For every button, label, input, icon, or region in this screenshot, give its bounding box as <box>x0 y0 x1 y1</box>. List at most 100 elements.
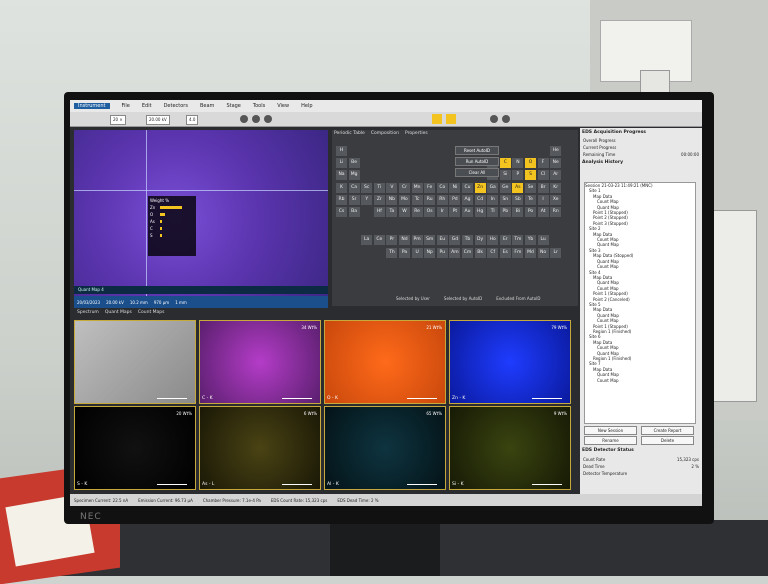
element-ru[interactable]: Ru <box>424 194 436 205</box>
element-tl[interactable]: Tl <box>487 207 499 217</box>
element-h[interactable]: H <box>336 146 347 156</box>
element-cf[interactable]: Cf <box>487 247 499 258</box>
element-ho[interactable]: Ho <box>487 235 499 246</box>
element-pm[interactable]: Pm <box>411 235 423 246</box>
element-ce[interactable]: Ce <box>373 235 385 246</box>
element-am[interactable]: Am <box>449 247 461 258</box>
tab-count-maps[interactable]: Count Maps <box>138 310 165 318</box>
reset-autoid-button[interactable]: Reset AutoID <box>455 146 499 155</box>
sem-image[interactable] <box>74 130 328 306</box>
delete-button[interactable]: Delete <box>641 436 694 445</box>
element-os[interactable]: Os <box>424 207 436 217</box>
element-hg[interactable]: Hg <box>474 207 486 217</box>
element-n[interactable]: N <box>512 158 524 169</box>
spot-select[interactable]: 4.0 <box>186 115 199 125</box>
element-pb[interactable]: Pb <box>499 207 511 217</box>
contrast-icon[interactable] <box>240 115 248 123</box>
element-cm[interactable]: Cm <box>462 247 473 258</box>
element-y[interactable]: Y <box>361 194 373 205</box>
element-lr[interactable]: Lr <box>550 247 562 258</box>
element-at[interactable]: At <box>537 207 549 217</box>
element-tc[interactable]: Tc <box>411 194 423 205</box>
element-rh[interactable]: Rh <box>436 194 448 205</box>
element-k[interactable]: K <box>336 182 347 193</box>
element-f[interactable]: F <box>537 158 549 169</box>
element-pt[interactable]: Pt <box>449 207 461 217</box>
element-yb[interactable]: Yb <box>525 235 536 246</box>
menu-beam[interactable]: Beam <box>200 103 214 109</box>
element-te[interactable]: Te <box>525 194 536 205</box>
element-cs[interactable]: Cs <box>336 207 347 217</box>
element-br[interactable]: Br <box>537 182 549 193</box>
tree-item[interactable]: Count Map <box>585 378 695 383</box>
element-pu[interactable]: Pu <box>436 247 448 258</box>
element-rn[interactable]: Rn <box>550 207 562 217</box>
element-map[interactable]: Si - K 9 Wt% <box>449 406 571 490</box>
element-he[interactable]: He <box>550 146 562 156</box>
element-po[interactable]: Po <box>525 207 536 217</box>
element-la[interactable]: La <box>361 235 373 246</box>
element-eu[interactable]: Eu <box>436 235 448 246</box>
new-session-button[interactable]: New Session <box>584 426 637 435</box>
element-s[interactable]: S <box>525 170 536 181</box>
element-map[interactable] <box>74 320 196 404</box>
element-np[interactable]: Np <box>424 247 436 258</box>
element-ba[interactable]: Ba <box>348 207 360 217</box>
element-o[interactable]: O <box>525 158 536 169</box>
element-ne[interactable]: Ne <box>550 158 562 169</box>
element-md[interactable]: Md <box>525 247 536 258</box>
element-cl[interactable]: Cl <box>537 170 549 181</box>
element-bi[interactable]: Bi <box>512 207 524 217</box>
brightness-icon[interactable] <box>252 115 260 123</box>
element-re[interactable]: Re <box>411 207 423 217</box>
element-mn[interactable]: Mn <box>411 182 423 193</box>
element-rb[interactable]: Rb <box>336 194 347 205</box>
camera-icon[interactable] <box>490 115 498 123</box>
element-er[interactable]: Er <box>499 235 511 246</box>
element-na[interactable]: Na <box>336 170 347 181</box>
element-ar[interactable]: Ar <box>550 170 562 181</box>
element-sc[interactable]: Sc <box>361 182 373 193</box>
element-w[interactable]: W <box>399 207 410 217</box>
element-nb[interactable]: Nb <box>386 194 398 205</box>
menu-help[interactable]: Help <box>301 103 312 109</box>
element-fe[interactable]: Fe <box>424 182 436 193</box>
element-hf[interactable]: Hf <box>373 207 385 217</box>
element-pa[interactable]: Pa <box>399 247 410 258</box>
element-no[interactable]: No <box>537 247 549 258</box>
element-si[interactable]: Si <box>499 170 511 181</box>
element-map[interactable]: As - L 6 Wt% <box>199 406 321 490</box>
element-gd[interactable]: Gd <box>449 235 461 246</box>
chart-icon[interactable] <box>502 115 510 123</box>
app-name[interactable]: Instrument <box>74 103 110 109</box>
element-map[interactable]: O - K 21 Wt% <box>324 320 446 404</box>
menu-view[interactable]: View <box>277 103 289 109</box>
rename-button[interactable]: Rename <box>584 436 637 445</box>
eds-icon[interactable] <box>446 114 456 124</box>
kv-select[interactable]: 20.00 kV <box>146 115 170 125</box>
element-tm[interactable]: Tm <box>512 235 524 246</box>
analysis-tree[interactable]: Session 21-03-23 11:49:21 (MNC) Site 1 M… <box>584 182 696 424</box>
element-ga[interactable]: Ga <box>487 182 499 193</box>
element-map[interactable]: S - K 20 Wt% <box>74 406 196 490</box>
tab-properties[interactable]: Properties <box>405 131 428 136</box>
create-report-button[interactable]: Create Report <box>641 426 694 435</box>
element-map[interactable]: C - K 34 Wt% <box>199 320 321 404</box>
element-cu[interactable]: Cu <box>462 182 473 193</box>
element-be[interactable]: Be <box>348 158 360 169</box>
detector-icon[interactable] <box>432 114 442 124</box>
element-bk[interactable]: Bk <box>474 247 486 258</box>
element-ti[interactable]: Ti <box>373 182 385 193</box>
element-ge[interactable]: Ge <box>499 182 511 193</box>
element-tb[interactable]: Tb <box>462 235 473 246</box>
focus-icon[interactable] <box>264 115 272 123</box>
element-ir[interactable]: Ir <box>436 207 448 217</box>
element-kr[interactable]: Kr <box>550 182 562 193</box>
element-in[interactable]: In <box>487 194 499 205</box>
element-xe[interactable]: Xe <box>550 194 562 205</box>
menu-stage[interactable]: Stage <box>226 103 240 109</box>
element-ni[interactable]: Ni <box>449 182 461 193</box>
element-li[interactable]: Li <box>336 158 347 169</box>
element-ag[interactable]: Ag <box>462 194 473 205</box>
element-dy[interactable]: Dy <box>474 235 486 246</box>
